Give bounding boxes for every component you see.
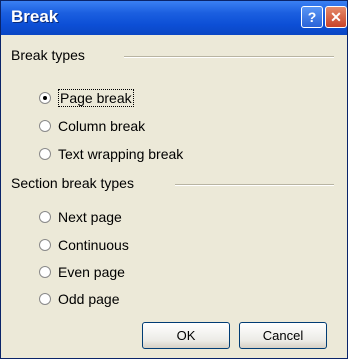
section-break-types-label: Section break types <box>11 175 134 191</box>
radio-odd-page[interactable]: Odd page <box>39 289 120 309</box>
radio-label: Text wrapping break <box>58 146 184 162</box>
title-bar[interactable]: Break ? ✕ <box>1 1 347 35</box>
radio-button[interactable] <box>39 148 51 160</box>
radio-button[interactable] <box>39 239 51 251</box>
radio-label: Next page <box>58 209 122 225</box>
section-break-types-divider <box>175 184 334 186</box>
radio-label: Continuous <box>58 237 129 253</box>
radio-column-break[interactable]: Column break <box>39 116 145 136</box>
dialog-title: Break <box>11 7 59 26</box>
radio-continuous[interactable]: Continuous <box>39 235 129 255</box>
radio-label: Even page <box>58 264 125 280</box>
radio-button[interactable] <box>39 266 51 278</box>
break-dialog: Break ? ✕ Break types Page break Column … <box>0 0 348 359</box>
ok-button[interactable]: OK <box>142 322 230 349</box>
radio-label: Odd page <box>58 291 120 307</box>
close-icon[interactable]: ✕ <box>325 6 347 28</box>
break-types-label: Break types <box>11 47 85 63</box>
radio-button[interactable] <box>39 120 51 132</box>
radio-button[interactable] <box>39 92 51 104</box>
radio-button[interactable] <box>39 293 51 305</box>
radio-label: Page break <box>58 89 134 107</box>
cancel-button[interactable]: Cancel <box>239 322 327 349</box>
radio-page-break[interactable]: Page break <box>39 88 134 108</box>
radio-next-page[interactable]: Next page <box>39 207 122 227</box>
break-types-divider <box>124 56 334 58</box>
radio-even-page[interactable]: Even page <box>39 262 125 282</box>
radio-label: Column break <box>58 118 146 134</box>
radio-text-wrapping-break[interactable]: Text wrapping break <box>39 144 183 164</box>
radio-button[interactable] <box>39 211 51 223</box>
help-icon[interactable]: ? <box>301 6 323 28</box>
